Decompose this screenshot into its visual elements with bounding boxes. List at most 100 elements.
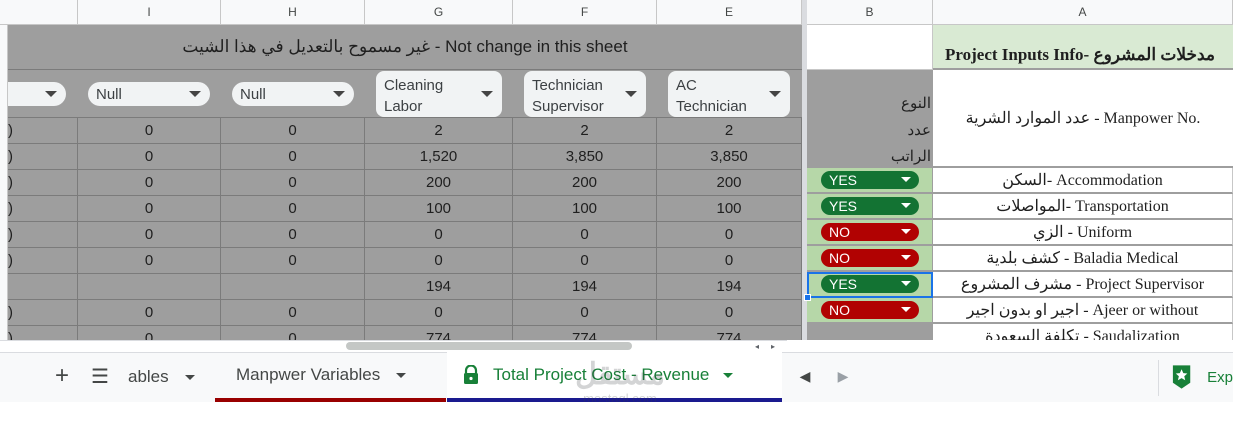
table-cell[interactable]: 0 — [78, 222, 221, 248]
table-cell[interactable]: 194 — [513, 274, 657, 300]
table-cell[interactable]: 0 — [657, 300, 802, 326]
table-cell[interactable]: 0 — [513, 222, 657, 248]
table-cell[interactable]: 100 — [513, 196, 657, 222]
table-cell[interactable]: 194 — [365, 274, 513, 300]
table-cell[interactable]: 100 — [657, 196, 802, 222]
tab-scroll-left-icon[interactable]: ◀ — [792, 362, 818, 390]
col-header-a[interactable]: A — [933, 0, 1233, 25]
table-cell[interactable]: 0 — [78, 144, 221, 170]
table-cell[interactable]: 0 — [657, 248, 802, 274]
col-header-i[interactable]: I — [78, 0, 221, 25]
dropdown-value: YES — [829, 198, 858, 214]
edge-cell[interactable]: ) — [8, 170, 78, 196]
col-header-b[interactable]: B — [807, 0, 933, 25]
table-cell[interactable]: 0 — [78, 300, 221, 326]
table-cell[interactable]: 2 — [513, 118, 657, 144]
table-cell[interactable]: 0 — [221, 118, 365, 144]
b-header-blank[interactable] — [807, 25, 933, 70]
edge-cell[interactable]: ) — [8, 300, 78, 326]
input-label-cell[interactable]: المواصلات- Transportation — [933, 194, 1233, 220]
table-cell[interactable] — [78, 274, 221, 300]
table-cell[interactable]: 0 — [78, 196, 221, 222]
table-cell[interactable]: 2 — [365, 118, 513, 144]
dropdown-col-e[interactable]: AC Technician — [668, 71, 790, 117]
sheet-tab-total-project-cost[interactable]: Total Project Cost - Revenue — [447, 352, 782, 402]
col-header-blank[interactable] — [0, 0, 78, 25]
table-cell[interactable]: 100 — [365, 196, 513, 222]
sheet-tab-partial[interactable]: ables — [128, 352, 214, 402]
table-cell[interactable]: 0 — [221, 170, 365, 196]
col-header-h[interactable]: H — [221, 0, 365, 25]
yes-dropdown[interactable]: YES — [821, 197, 919, 215]
col-header-g[interactable]: G — [365, 0, 513, 25]
table-cell[interactable]: 1,520 — [365, 144, 513, 170]
side-label-type: النوع — [901, 96, 931, 112]
input-label-cell[interactable]: الزي - Uniform — [933, 220, 1233, 246]
table-cell[interactable]: 0 — [78, 248, 221, 274]
input-label-cell[interactable]: كشف بلدية - Baladia Medical — [933, 246, 1233, 272]
table-cell[interactable]: 0 — [657, 222, 802, 248]
input-label-cell[interactable]: اجير او بدون اجير - Ajeer or without — [933, 298, 1233, 324]
edge-cell[interactable]: ) — [8, 144, 78, 170]
table-cell[interactable]: 200 — [657, 170, 802, 196]
col-header-e[interactable]: E — [657, 0, 802, 25]
no-dropdown[interactable]: NO — [821, 249, 919, 267]
dropdown-col-h[interactable]: Null — [232, 82, 354, 106]
selected-cell[interactable] — [807, 272, 933, 298]
explore-divider — [1158, 360, 1159, 396]
dropdown-col-i[interactable]: Null — [88, 82, 210, 106]
input-label-cell[interactable]: السكن- Accommodation — [933, 168, 1233, 194]
table-cell[interactable] — [221, 274, 365, 300]
explore-icon — [1172, 365, 1191, 389]
table-cell[interactable]: 0 — [513, 300, 657, 326]
edge-cell[interactable]: ) — [8, 222, 78, 248]
input-label-cell[interactable]: مشرف المشروع - Project Supervisor — [933, 272, 1233, 298]
no-dropdown[interactable]: NO — [821, 223, 919, 241]
explore-button[interactable]: Exp — [1170, 362, 1233, 392]
table-cell[interactable]: 0 — [78, 118, 221, 144]
no-dropdown[interactable]: NO — [821, 301, 919, 319]
table-cell[interactable]: 0 — [221, 300, 365, 326]
add-sheet-icon[interactable]: + — [48, 362, 76, 390]
table-cell[interactable]: 0 — [513, 248, 657, 274]
side-label-count: عدد — [907, 123, 931, 139]
table-cell[interactable]: 200 — [365, 170, 513, 196]
table-cell[interactable]: 200 — [513, 170, 657, 196]
input-value-cell[interactable]: NO — [807, 220, 933, 246]
yes-dropdown[interactable]: YES — [821, 171, 919, 189]
dropdown-label: Technician Supervisor — [532, 77, 604, 115]
table-cell[interactable]: 194 — [657, 274, 802, 300]
scroll-right-icon[interactable]: ▸ — [766, 340, 780, 352]
input-value-cell[interactable]: YES — [807, 194, 933, 220]
col-header-f[interactable]: F — [513, 0, 657, 25]
table-cell[interactable]: 0 — [221, 196, 365, 222]
tab-scroll-right-icon[interactable]: ▶ — [830, 362, 856, 390]
edge-cell[interactable]: ) — [8, 118, 78, 144]
fill-handle[interactable] — [804, 294, 811, 301]
table-cell[interactable]: 2 — [657, 118, 802, 144]
edge-cell[interactable]: ) — [8, 196, 78, 222]
dropdown-value: NO — [829, 302, 850, 318]
table-cell[interactable]: 0 — [78, 170, 221, 196]
table-cell[interactable]: 3,850 — [657, 144, 802, 170]
input-value-cell[interactable]: NO — [807, 246, 933, 272]
table-cell[interactable]: 0 — [365, 222, 513, 248]
manpower-label: عدد الموارد الشرية - Manpower No. — [933, 70, 1233, 168]
table-cell[interactable]: 0 — [221, 222, 365, 248]
scroll-left-icon[interactable]: ◂ — [750, 340, 764, 352]
all-sheets-icon[interactable]: ☰ — [86, 362, 114, 390]
table-cell[interactable]: 0 — [365, 300, 513, 326]
input-value-cell[interactable]: NO — [807, 298, 933, 324]
table-cell[interactable]: 0 — [221, 144, 365, 170]
table-cell[interactable]: 3,850 — [513, 144, 657, 170]
sheet-tab-manpwer-variables[interactable]: Manpwer Variables — [215, 352, 446, 402]
dropdown-partial[interactable] — [8, 82, 66, 106]
table-cell[interactable]: 0 — [365, 248, 513, 274]
input-value-cell[interactable]: YES — [807, 168, 933, 194]
horizontal-scrollbar[interactable] — [346, 342, 632, 350]
edge-cell[interactable] — [8, 274, 78, 300]
dropdown-col-f[interactable]: Technician Supervisor — [524, 71, 646, 117]
dropdown-col-g[interactable]: Cleaning Labor — [376, 71, 502, 117]
edge-cell[interactable]: ) — [8, 248, 78, 274]
table-cell[interactable]: 0 — [221, 248, 365, 274]
